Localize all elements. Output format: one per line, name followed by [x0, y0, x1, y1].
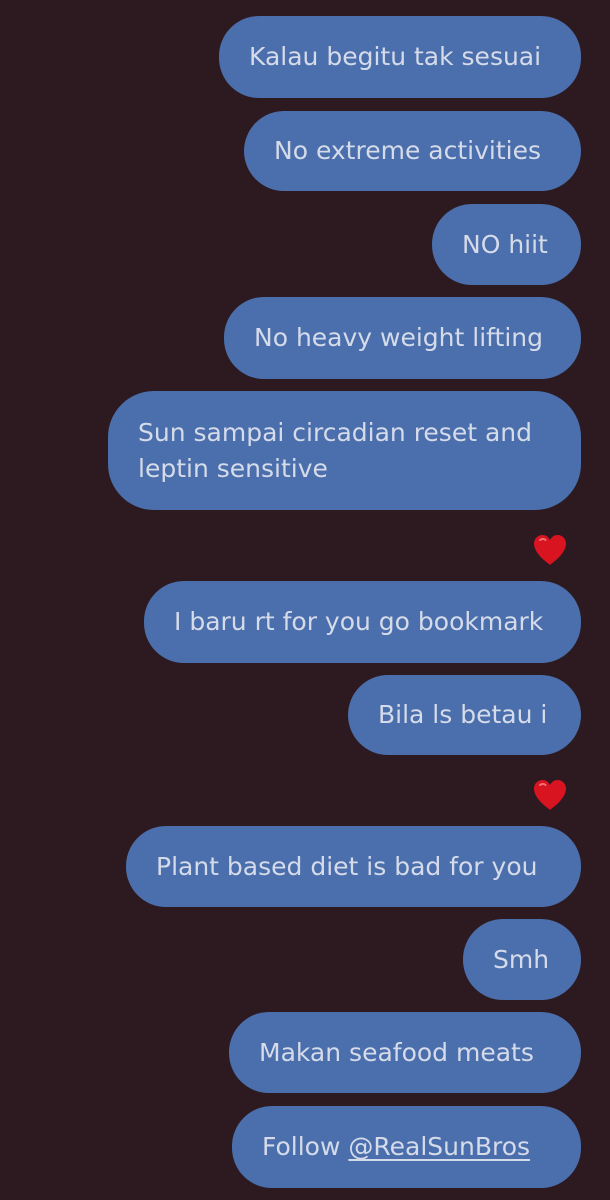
message-text: I baru rt for you go bookmark [174, 607, 544, 636]
message-bubble[interactable]: Follow @RealSunBros [232, 1106, 581, 1188]
message-bubble[interactable]: Makan seafood meats [229, 1012, 581, 1093]
message-bubble[interactable]: Sun sampai circadian reset and leptin se… [108, 391, 581, 510]
red-heart-icon[interactable] [530, 775, 570, 815]
message-text: Sun sampai circadian reset and leptin se… [138, 417, 532, 483]
message-text: Kalau begitu tak sesuai [249, 42, 542, 71]
message-text: No heavy weight lifting [254, 323, 543, 352]
message-bubble[interactable]: Smh [463, 919, 581, 1000]
message-text: Follow @RealSunBros [262, 1129, 530, 1165]
red-heart-icon[interactable] [530, 530, 570, 570]
message-bubble[interactable]: Kalau begitu tak sesuai [219, 16, 581, 98]
message-text: Smh [493, 944, 550, 974]
message-thread: Kalau begitu tak sesuai No extreme activ… [0, 0, 610, 1200]
message-bubble[interactable]: No extreme activities [244, 111, 581, 191]
message-bubble[interactable]: Bila ls betau i [348, 675, 581, 755]
message-bubble[interactable]: NO hiit [432, 204, 581, 285]
message-text: Makan seafood meats [259, 1037, 534, 1067]
message-bubble[interactable]: No heavy weight lifting [224, 297, 581, 379]
message-text: Bila ls betau i [378, 700, 548, 729]
message-bubble[interactable]: I baru rt for you go bookmark [144, 581, 581, 663]
mention-link[interactable]: @RealSunBros [348, 1132, 530, 1161]
message-text: Plant based diet is bad for you [156, 851, 538, 881]
message-text-prefix: Follow [262, 1132, 349, 1161]
message-text: No extreme activities [274, 136, 541, 165]
message-text: NO hiit [462, 229, 548, 259]
message-bubble[interactable]: Plant based diet is bad for you [126, 826, 581, 907]
